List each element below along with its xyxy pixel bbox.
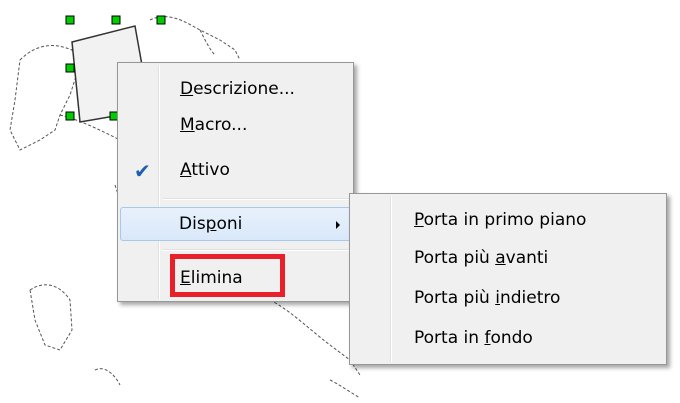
menu-item-disponi[interactable]: Disponi [120,207,351,241]
highlight-box-elimina [170,254,285,297]
menu-item-label: Porta più avanti [414,248,549,268]
menu-item-descrizione[interactable]: Descrizione... [120,75,351,103]
menu-item-label: Descrizione... [180,79,295,99]
menu-item-label: Attivo [180,160,230,180]
menu-separator [163,249,350,251]
menu-item-label: Porta in fondo [414,328,533,348]
submenu-item-porta-in-primo-piano[interactable]: Porta in primo piano [352,206,664,234]
submenu-item-porta-in-fondo[interactable]: Porta in fondo [352,324,664,352]
submenu-arrow-icon [336,221,340,229]
menu-item-attivo[interactable]: ✔ Attivo [120,156,351,184]
submenu-item-porta-piu-avanti[interactable]: Porta più avanti [352,244,664,272]
menu-item-macro[interactable]: Macro... [120,111,351,139]
menu-item-label: Macro... [180,115,248,135]
menu-item-label: Disponi [179,214,243,234]
submenu-item-porta-piu-indietro[interactable]: Porta più indietro [352,284,664,312]
menu-item-label: Porta in primo piano [414,210,587,230]
checkmark-icon: ✔ [134,159,151,183]
menu-separator [163,198,350,200]
submenu-disponi: Porta in primo piano Porta più avanti Po… [349,193,667,365]
menu-item-label: Porta più indietro [414,288,561,308]
